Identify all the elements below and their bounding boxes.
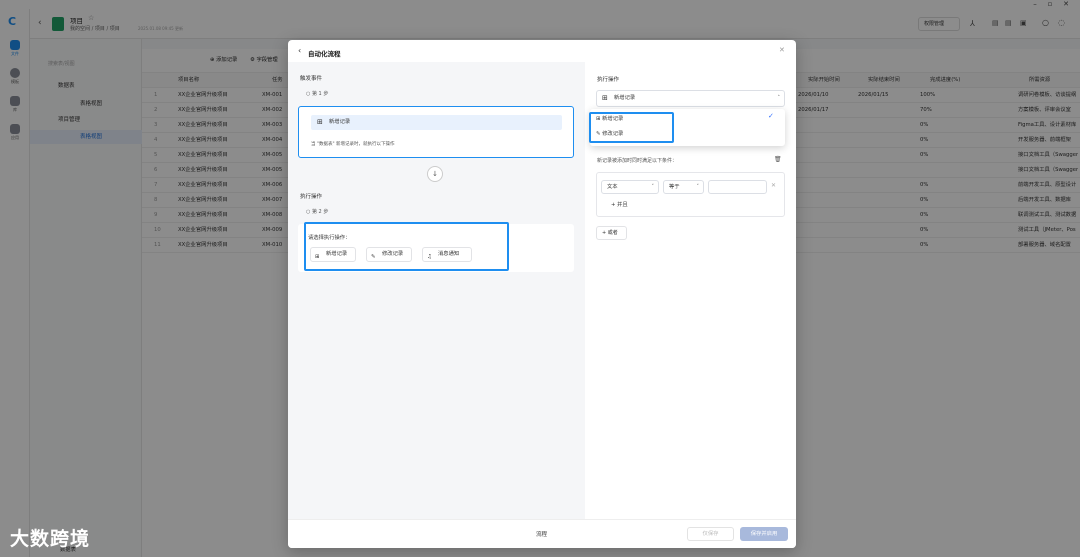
or-button[interactable]: + 或者 [596, 226, 627, 240]
config-pane: 执行操作 ⊞ 新增记录 ˄ ⊞ 新增记录 ✓ ✎ 修改记录 新记录被添加时同时满… [585, 62, 796, 519]
action-type-select[interactable]: ⊞ 新增记录 ˄ [596, 90, 785, 107]
modal-back-icon[interactable]: ‹ [298, 46, 301, 55]
step2-label: ○ 第 2 步 [306, 209, 329, 215]
condition-label: 新记录被添加时同时满足以下条件： [597, 158, 678, 164]
chevron-down-icon: ˅ [696, 184, 700, 190]
automation-modal: ‹ 自动化流程 ✕ 触发事件 ○ 第 1 步 ⊞ 新增记录 当 "数据表" 新增… [288, 40, 796, 548]
highlight-box-options [589, 112, 674, 143]
footer-flow-label: 流程 [536, 532, 548, 538]
add-record-icon: ⊞ [602, 94, 608, 102]
trigger-section-title: 触发事件 [300, 76, 323, 82]
chevron-down-icon: ˅ [651, 184, 655, 190]
and-button[interactable]: + 并且 [611, 200, 628, 208]
flow-pane: 触发事件 ○ 第 1 步 ⊞ 新增记录 当 "数据表" 新增记录时，就执行以下操… [288, 62, 585, 519]
right-section-title: 执行操作 [597, 77, 620, 83]
modal-footer: 流程 仅保存 保存并启用 [288, 519, 796, 548]
highlight-box-actions [304, 222, 509, 271]
modal-title: 自动化流程 [308, 50, 341, 58]
flow-arrow-icon: ↓ [427, 166, 443, 182]
cond-value-input[interactable] [708, 180, 767, 194]
condition-box: 文本 ˅ 等于 ˅ ✕ + 并且 [596, 172, 785, 217]
action-type-dropdown: ⊞ 新增记录 ✓ ✎ 修改记录 [589, 109, 785, 146]
trigger-card[interactable]: ⊞ 新增记录 当 "数据表" 新增记录时，就执行以下操作 [298, 106, 574, 158]
modal-close-icon[interactable]: ✕ [779, 46, 785, 54]
action-section-title: 执行操作 [300, 194, 323, 200]
remove-condition-icon[interactable]: ✕ [771, 182, 776, 189]
cond-op-select[interactable]: 等于 ˅ [663, 180, 704, 194]
check-icon: ✓ [768, 112, 774, 120]
step1-label: ○ 第 1 步 [306, 91, 329, 97]
watermark: 大数跨境 [10, 528, 91, 550]
add-record-icon: ⊞ [317, 118, 323, 126]
action-card: 请选择执行操作： ⊞ 新增记录 ✎ 修改记录 ♫ 消息通知 [298, 222, 574, 272]
trigger-desc: 当 "数据表" 新增记录时，就执行以下操作 [311, 142, 395, 147]
trash-icon[interactable]: 🗑 [774, 156, 782, 163]
chevron-up-icon: ˄ [777, 95, 781, 101]
cond-field-select[interactable]: 文本 ˅ [601, 180, 659, 194]
save-enable-button[interactable]: 保存并启用 [740, 527, 788, 541]
trigger-selected[interactable]: ⊞ 新增记录 [311, 115, 562, 130]
save-only-button[interactable]: 仅保存 [687, 527, 734, 541]
